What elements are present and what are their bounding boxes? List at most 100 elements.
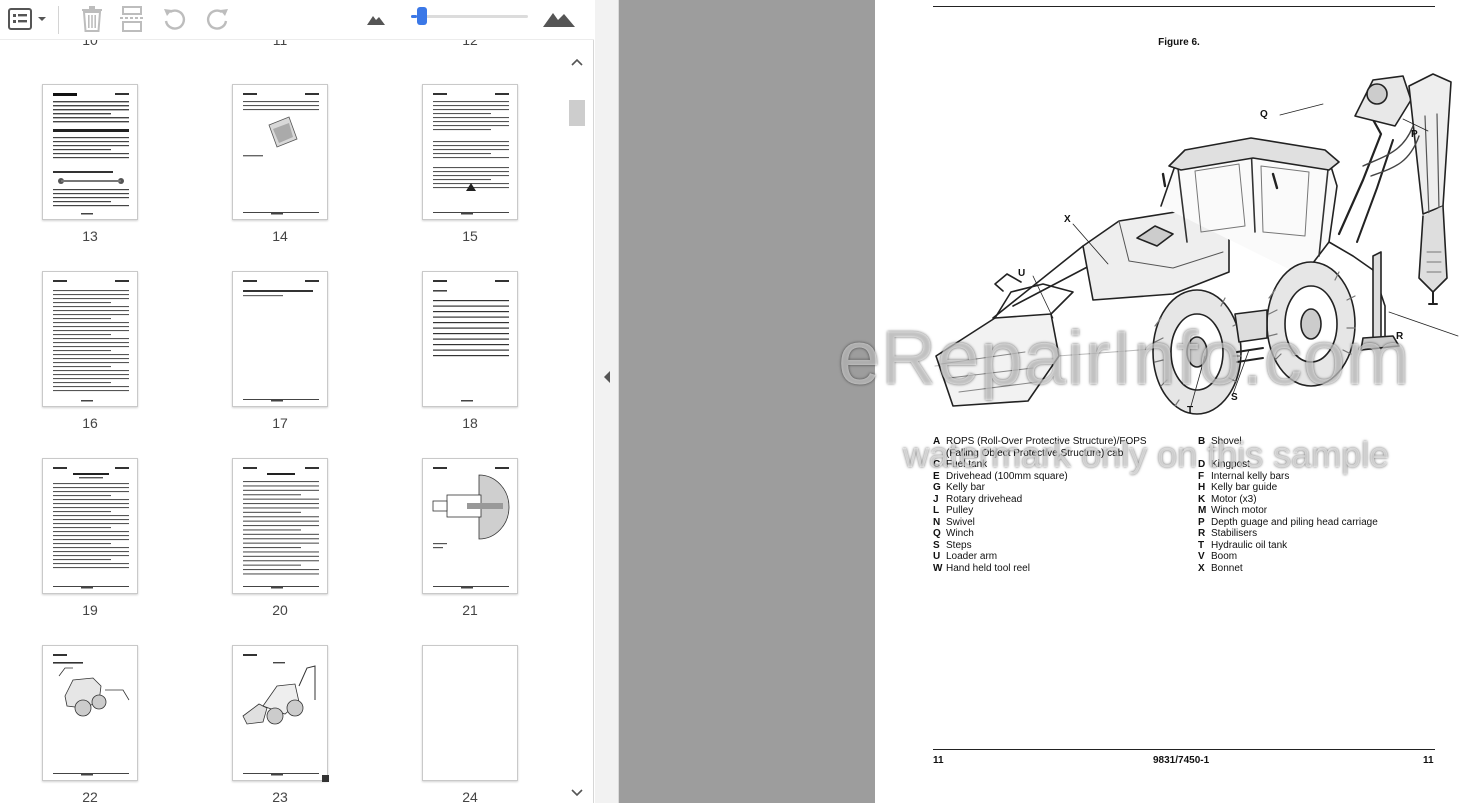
legend-key: M	[1198, 505, 1207, 516]
zoom-slider-track[interactable]	[411, 15, 528, 18]
thumbnail-page-number: 22	[82, 789, 98, 803]
legend-key: K	[1198, 493, 1206, 505]
legend-key: S	[933, 539, 940, 551]
figure-title: Figure 6.	[1158, 37, 1200, 48]
legend-entry: K Motor (x3)	[1198, 494, 1378, 506]
legend-entry: U Loader arm	[933, 551, 1147, 563]
legend-entry: W Hand held tool reel	[933, 563, 1147, 575]
legend-key: T	[1198, 539, 1205, 551]
page-preview	[243, 280, 319, 402]
small-mountain-icon	[367, 16, 385, 25]
thumbnail-image[interactable]	[232, 458, 328, 594]
scroll-down-button[interactable]	[566, 783, 588, 803]
thumbnail-page-number: 21	[462, 602, 478, 618]
pdf-page-organizer-window: 10 11 12 13 14 15 16 17 18 19 20 21 22 23 24 Figure 6…	[0, 0, 1477, 803]
page-resize-handle[interactable]	[322, 775, 329, 782]
thumbnail-panel: 10 11 12 13 14 15 16 17 18 19 20 21 22 23 24	[0, 0, 594, 803]
redo-icon	[206, 9, 228, 30]
legend-entry: J Rotary drivehead	[933, 494, 1147, 506]
delete-page-button[interactable]	[77, 4, 107, 34]
page-preview	[53, 280, 129, 402]
panel-splitter[interactable]	[595, 0, 619, 803]
page-preview	[432, 467, 510, 589]
thumbnail-page-number: 19	[82, 602, 98, 618]
thumbnail-scrollbar[interactable]	[566, 52, 588, 803]
legend-key: V	[1198, 551, 1205, 562]
legend-entry: Q Winch	[933, 528, 1147, 540]
thumbnail-image[interactable]	[232, 84, 328, 220]
thumbnail-page-number: 12	[462, 40, 478, 48]
trash-icon	[82, 6, 102, 32]
thumbnail-page-number: 20	[272, 602, 288, 618]
thumbnail-page-number: 13	[82, 228, 98, 244]
thumbnail-page-number: 11	[272, 40, 288, 48]
legend-entry: H Kelly bar guide	[1198, 482, 1378, 494]
footer-rule	[933, 749, 1435, 750]
large-mountain-icon	[543, 13, 575, 27]
thumbnail-image[interactable]	[42, 271, 138, 407]
legend-text: Kelly bar guide	[1211, 482, 1278, 493]
page-preview	[53, 93, 129, 215]
thumbnail-page-number: 23	[272, 789, 288, 803]
zoom-in-button[interactable]	[541, 4, 577, 34]
legend-text: Hand held tool reel	[946, 562, 1030, 574]
collapse-panel-button[interactable]	[600, 368, 614, 386]
legend-text: Stabilisers	[1211, 528, 1258, 539]
scroll-up-button[interactable]	[566, 52, 588, 72]
page-preview	[53, 467, 129, 589]
thumbnail-page-number: 14	[272, 228, 288, 244]
legend-entry: P Depth guage and piling head carriage	[1198, 517, 1378, 529]
footer-document-code: 9831/7450-1	[1153, 755, 1210, 766]
legend-text: Steps	[946, 539, 972, 551]
chevron-up-icon	[571, 58, 583, 66]
thumbnail-page-number: 15	[462, 228, 478, 244]
scrollbar-thumb[interactable]	[569, 100, 585, 126]
thumbnail-image[interactable]	[42, 458, 138, 594]
thumbnail-image[interactable]	[42, 84, 138, 220]
thumbnail-image[interactable]	[422, 84, 518, 220]
legend-entry: R Stabilisers	[1198, 528, 1378, 540]
legend-entry: N Swivel	[933, 517, 1147, 529]
zoom-slider-thumb[interactable]	[417, 7, 427, 25]
legend-key: X	[1198, 562, 1205, 574]
legend-key: H	[1198, 482, 1206, 493]
legend-text: Hydraulic oil tank	[1211, 539, 1288, 551]
undo-icon	[164, 9, 186, 30]
legend-text: Winch motor	[1211, 505, 1268, 516]
thumbnail-image[interactable]	[232, 645, 328, 781]
callout-label: Q	[1260, 109, 1268, 120]
page-preview	[242, 654, 319, 776]
page-preview	[433, 280, 509, 402]
legend-entry: V Boom	[1198, 551, 1378, 563]
undo-button[interactable]	[160, 4, 190, 34]
thumbnail-image[interactable]	[422, 645, 518, 781]
legend-key: R	[1198, 528, 1206, 539]
legend-text: Bonnet	[1211, 562, 1243, 574]
legend-entry: M Winch motor	[1198, 505, 1378, 517]
thumbnail-page-number: 10	[82, 40, 98, 48]
watermark-subtitle: watermark only on this sample	[903, 434, 1390, 475]
chevron-left-icon	[604, 371, 610, 383]
thumbnail-grid: 10 11 12 13 14 15 16 17 18 19 20 21 22 23 24	[0, 40, 566, 803]
thumbnail-image[interactable]	[422, 271, 518, 407]
legend-text: Motor (x3)	[1211, 493, 1257, 505]
callout-label: X	[1064, 214, 1071, 225]
legend-key: P	[1198, 516, 1205, 528]
legend-text: Kelly bar	[946, 482, 985, 493]
extract-pages-button[interactable]	[117, 4, 147, 34]
thumbnail-image[interactable]	[42, 645, 138, 781]
legend-text: Loader arm	[946, 551, 998, 562]
legend-entry: L Pulley	[933, 505, 1147, 517]
page-preview	[433, 93, 509, 215]
thumbnail-image[interactable]	[422, 458, 518, 594]
legend-entry: G Kelly bar	[933, 482, 1147, 494]
chevron-down-icon	[571, 789, 583, 797]
thumbnail-image[interactable]	[232, 271, 328, 407]
footer-page-number-left: 11	[933, 755, 944, 766]
legend-entry: T Hydraulic oil tank	[1198, 540, 1378, 552]
legend-text: Depth guage and piling head carriage	[1211, 516, 1378, 528]
redo-button[interactable]	[202, 4, 232, 34]
zoom-out-button[interactable]	[364, 4, 388, 34]
footer-page-number-right: 11	[1423, 755, 1434, 766]
view-options-button[interactable]	[6, 4, 48, 34]
